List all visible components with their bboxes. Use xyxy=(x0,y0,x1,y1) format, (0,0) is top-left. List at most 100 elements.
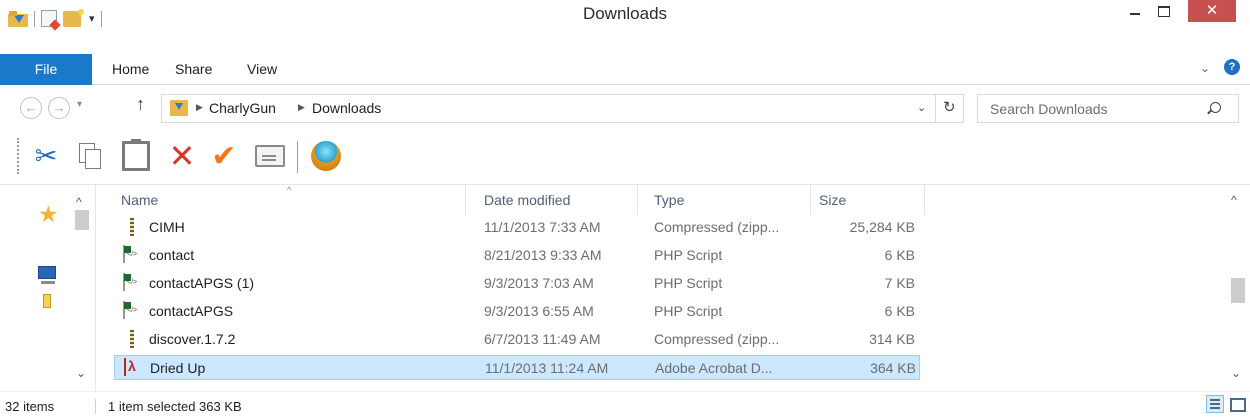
drive-icon[interactable] xyxy=(43,294,51,308)
checkmark-icon[interactable]: ✔ xyxy=(206,137,242,175)
refresh-icon[interactable]: ↻ xyxy=(943,98,956,116)
file-size: 7 KB xyxy=(884,275,915,291)
address-divider xyxy=(935,95,936,122)
command-toolbar: ✂ ✕ ✔ xyxy=(0,131,1250,185)
column-header-name[interactable]: Name xyxy=(121,192,158,208)
copy-icon[interactable] xyxy=(72,137,108,175)
address-dropdown-icon[interactable]: ⌄ xyxy=(917,101,926,114)
breadcrumb-separator-icon[interactable]: ▶ xyxy=(298,102,305,113)
file-type: PHP Script xyxy=(654,247,723,263)
delete-icon[interactable]: ✕ xyxy=(164,137,200,175)
file-row[interactable]: contact 8/21/2013 9:33 AM PHP Script 6 K… xyxy=(114,243,920,268)
recent-locations-icon[interactable]: ▾ xyxy=(77,99,82,110)
status-divider xyxy=(95,399,96,414)
list-scrollbar-thumb[interactable] xyxy=(1231,278,1245,303)
file-list: ^ Name Date modified Type Size CIMH 11/1… xyxy=(97,185,1250,391)
forward-button[interactable]: → xyxy=(48,97,70,119)
help-icon[interactable]: ? xyxy=(1224,59,1240,75)
expand-ribbon-icon[interactable]: ⌄ xyxy=(1200,61,1210,75)
php-file-icon xyxy=(123,245,125,263)
file-row[interactable]: contactAPGS (1) 9/3/2013 7:03 AM PHP Scr… xyxy=(114,271,920,296)
column-headers: ^ Name Date modified Type Size xyxy=(97,185,1233,215)
column-divider[interactable] xyxy=(637,185,638,215)
file-name: contactAPGS (1) xyxy=(149,275,255,291)
file-type: PHP Script xyxy=(654,303,723,319)
paste-icon[interactable] xyxy=(118,137,154,175)
navigation-bar: ← → ▾ ↑ ▶ CharlyGun ▶ Downloads ⌄ ↻ xyxy=(0,85,1250,131)
ribbon-tabs: File Home Share View ⌄ ? xyxy=(0,54,1250,85)
breadcrumb-separator-icon[interactable]: ▶ xyxy=(196,102,203,113)
file-type: Adobe Acrobat D... xyxy=(655,360,773,376)
search-icon[interactable] xyxy=(1210,102,1221,113)
search-box[interactable] xyxy=(977,94,1239,123)
title-bar: ▾ Downloads ✕ xyxy=(0,0,1250,54)
file-row[interactable]: contactAPGS 9/3/2013 6:55 AM PHP Script … xyxy=(114,299,920,324)
favorites-star-icon[interactable]: ★ xyxy=(38,201,59,228)
file-row[interactable]: discover.1.7.2 6/7/2013 11:49 AM Compres… xyxy=(114,327,920,352)
column-divider[interactable] xyxy=(924,185,925,215)
properties-icon[interactable] xyxy=(252,137,288,175)
tab-home[interactable]: Home xyxy=(112,61,149,77)
file-name: CIMH xyxy=(149,219,185,235)
nav-scroll-up-icon[interactable]: ^ xyxy=(76,195,82,209)
breadcrumb-charlygun[interactable]: CharlyGun xyxy=(209,100,276,116)
sort-ascending-icon: ^ xyxy=(287,185,292,195)
toolbar-grip[interactable] xyxy=(17,138,21,174)
file-date: 9/3/2013 7:03 AM xyxy=(484,275,594,291)
file-row-selected[interactable]: Dried Up 11/1/2013 11:24 AM Adobe Acroba… xyxy=(114,355,920,380)
back-button[interactable]: ← xyxy=(20,97,42,119)
php-file-icon xyxy=(123,301,125,319)
column-divider[interactable] xyxy=(465,185,466,215)
downloads-folder-icon xyxy=(170,100,188,116)
file-size: 25,284 KB xyxy=(849,219,915,235)
close-button[interactable]: ✕ xyxy=(1188,0,1236,22)
shell-icon[interactable] xyxy=(308,137,344,175)
pdf-file-icon xyxy=(124,358,126,376)
file-row[interactable]: CIMH 11/1/2013 7:33 AM Compressed (zipp.… xyxy=(114,215,920,240)
list-scroll-up-icon[interactable]: ^ xyxy=(1231,193,1237,207)
file-name: contact xyxy=(149,247,195,263)
tab-view[interactable]: View xyxy=(247,61,277,77)
status-bar: 32 items 1 item selected 363 KB xyxy=(0,391,1250,418)
computer-icon[interactable] xyxy=(38,266,56,284)
file-date: 9/3/2013 6:55 AM xyxy=(484,303,594,319)
list-scroll-down-icon[interactable]: ⌄ xyxy=(1231,366,1241,380)
file-name: contactAPGS xyxy=(149,303,234,319)
file-size: 6 KB xyxy=(884,247,915,263)
window-title: Downloads xyxy=(582,4,668,23)
column-divider[interactable] xyxy=(810,185,811,215)
cut-icon[interactable]: ✂ xyxy=(28,137,64,175)
php-file-icon xyxy=(123,273,125,291)
tab-share[interactable]: Share xyxy=(175,61,212,77)
column-header-date-modified[interactable]: Date modified xyxy=(484,192,570,208)
file-date: 11/1/2013 7:33 AM xyxy=(484,219,601,235)
toolbar-separator xyxy=(297,141,298,173)
file-date: 8/21/2013 9:33 AM xyxy=(484,247,602,263)
navigation-pane: ★ ^ ⌄ xyxy=(0,185,96,391)
nav-scroll-down-icon[interactable]: ⌄ xyxy=(76,366,86,380)
file-type: PHP Script xyxy=(654,275,723,291)
file-date: 6/7/2013 11:49 AM xyxy=(484,331,601,347)
file-size: 6 KB xyxy=(884,303,915,319)
breadcrumb-downloads[interactable]: Downloads xyxy=(312,100,381,116)
file-name: discover.1.7.2 xyxy=(149,331,236,347)
column-header-type[interactable]: Type xyxy=(654,192,684,208)
selection-info: 1 item selected 363 KB xyxy=(108,399,242,414)
file-size: 314 KB xyxy=(869,331,915,347)
up-button[interactable]: ↑ xyxy=(136,94,145,115)
nav-scrollbar-thumb[interactable] xyxy=(75,210,89,230)
file-size: 364 KB xyxy=(870,360,916,376)
file-name: Dried Up xyxy=(150,360,206,376)
file-type: Compressed (zipp... xyxy=(654,219,780,235)
details-view-icon[interactable] xyxy=(1206,395,1224,413)
item-count: 32 items xyxy=(5,399,55,414)
column-header-size[interactable]: Size xyxy=(819,192,846,208)
minimize-button[interactable] xyxy=(1122,0,1148,22)
maximize-button[interactable] xyxy=(1150,0,1176,22)
file-date: 11/1/2013 11:24 AM xyxy=(485,360,609,376)
search-input[interactable] xyxy=(978,95,1208,122)
tab-file[interactable]: File xyxy=(0,54,92,85)
address-bar[interactable]: ▶ CharlyGun ▶ Downloads ⌄ ↻ xyxy=(161,94,964,123)
large-icons-view-icon[interactable] xyxy=(1228,395,1246,413)
file-type: Compressed (zipp... xyxy=(654,331,780,347)
